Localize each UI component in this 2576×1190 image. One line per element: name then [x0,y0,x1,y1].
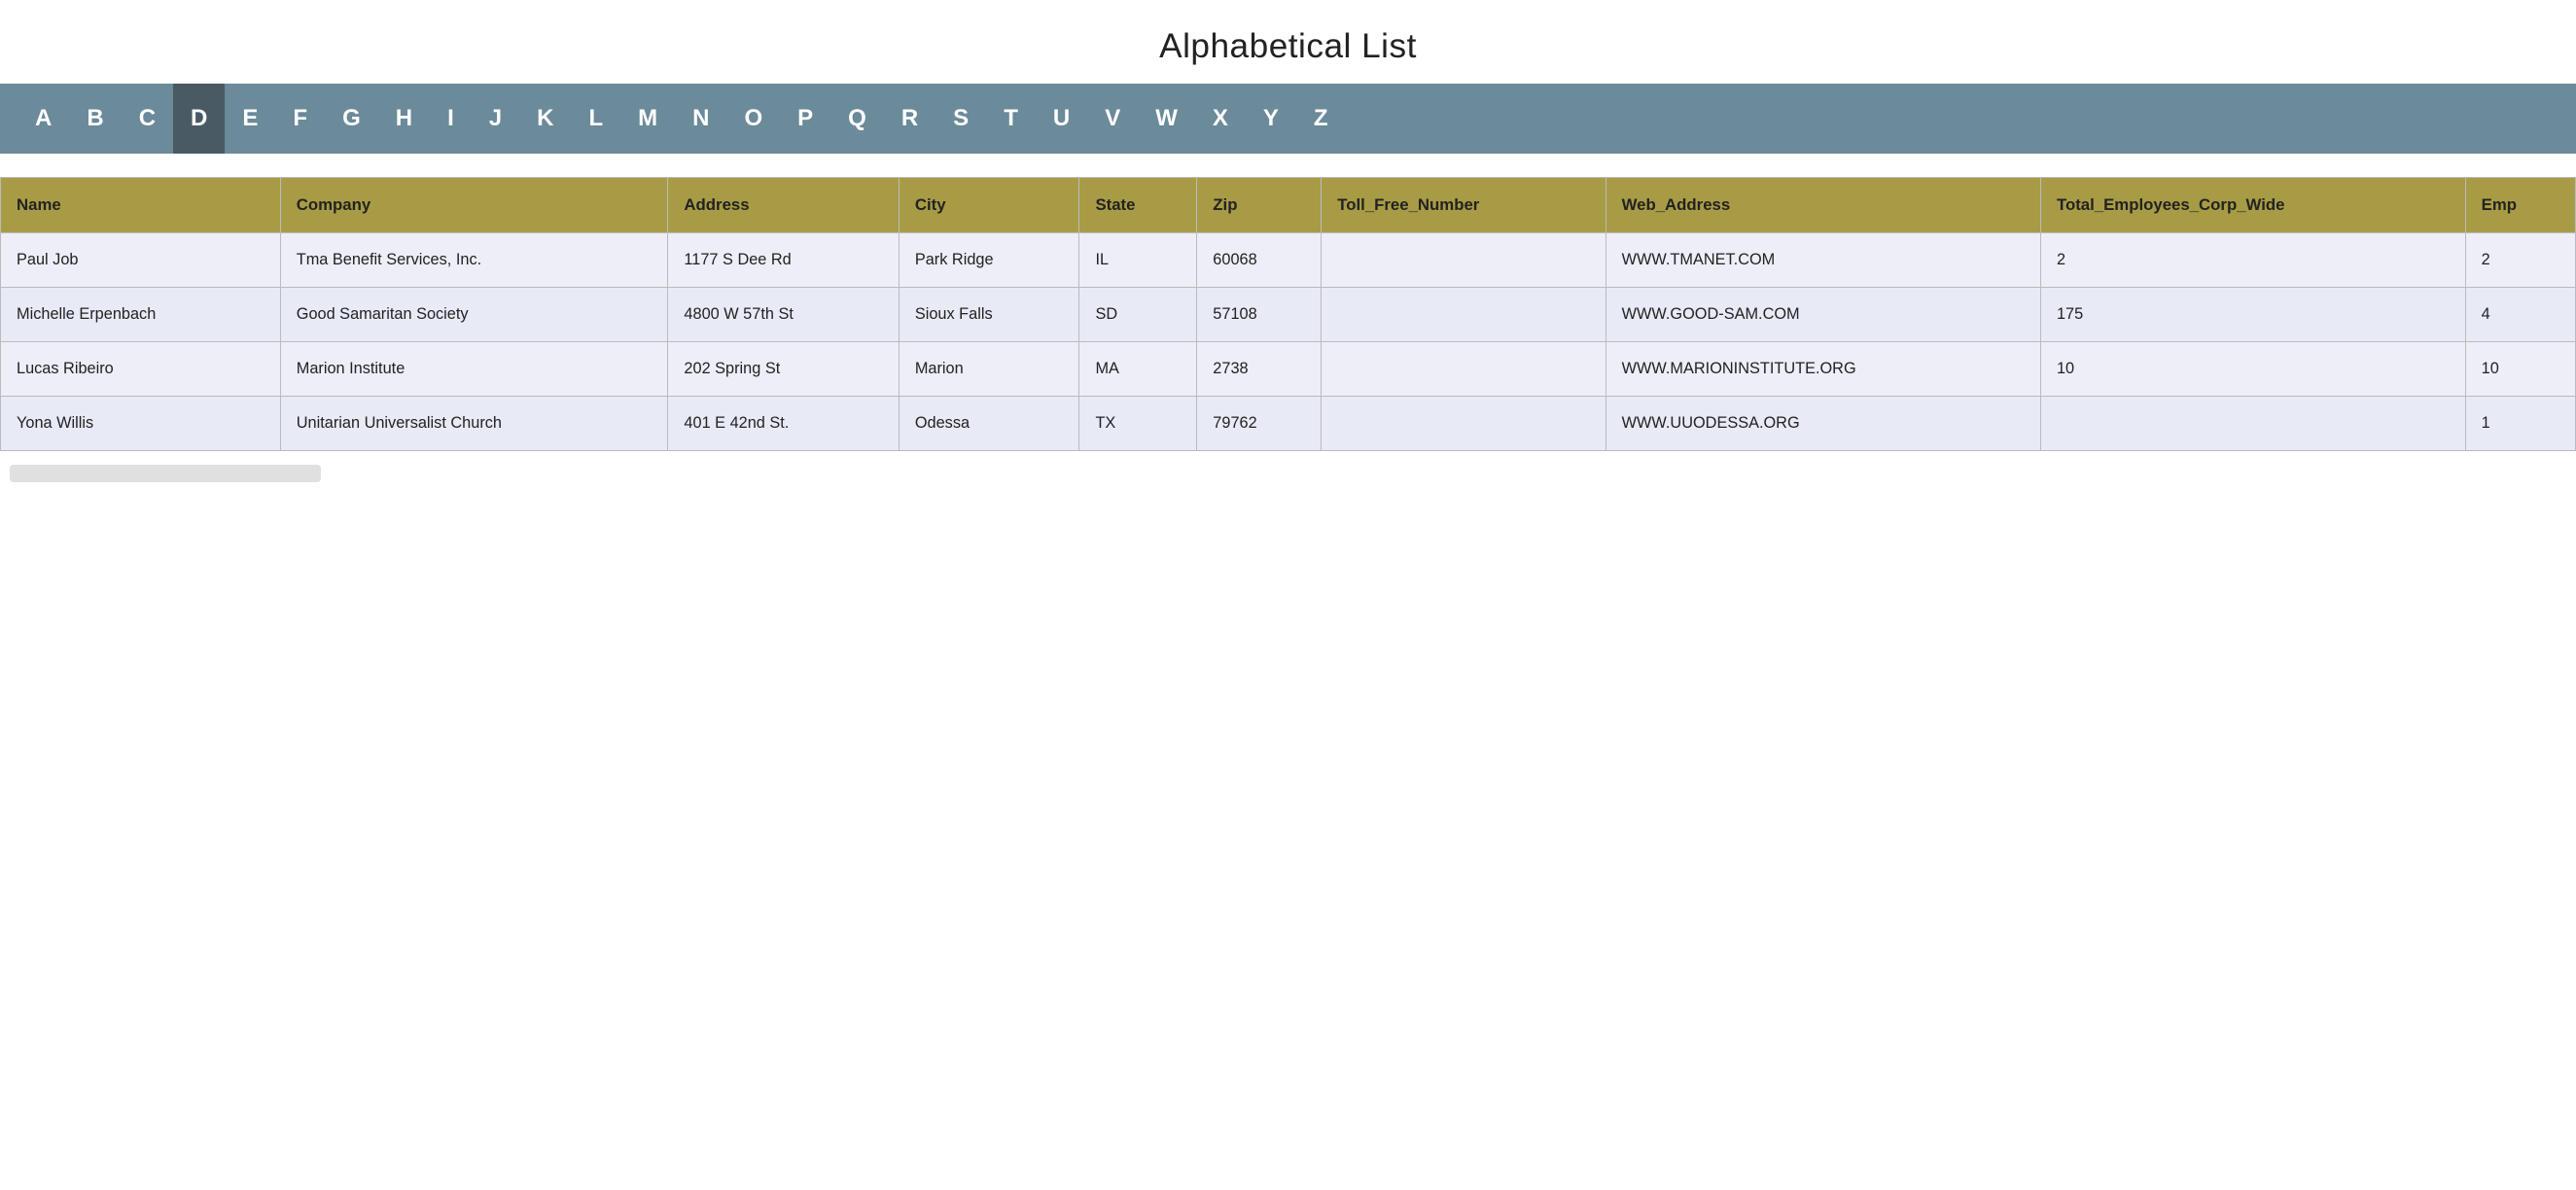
cell-zip: 2738 [1197,342,1322,397]
cell-toll_free_number [1322,342,1606,397]
table-row: Paul JobTma Benefit Services, Inc.1177 S… [1,233,2576,288]
col-header-name: Name [1,178,281,233]
cell-state: TX [1079,397,1197,451]
cell-state: SD [1079,288,1197,342]
col-header-state: State [1079,178,1197,233]
col-header-city: City [899,178,1079,233]
cell-city: Park Ridge [899,233,1079,288]
cell-company: Marion Institute [280,342,668,397]
table-container: NameCompanyAddressCityStateZipToll_Free_… [0,154,2576,492]
cell-total_employees_corp_wide: 2 [2040,233,2465,288]
alpha-nav-item-k[interactable]: K [519,84,571,154]
alpha-nav-item-g[interactable]: G [325,84,378,154]
cell-city: Marion [899,342,1079,397]
alpha-nav-item-d[interactable]: D [173,84,225,154]
alpha-nav-item-n[interactable]: N [675,84,726,154]
cell-city: Odessa [899,397,1079,451]
cell-name: Yona Willis [1,397,281,451]
cell-city: Sioux Falls [899,288,1079,342]
cell-company: Unitarian Universalist Church [280,397,668,451]
alpha-nav-item-b[interactable]: B [69,84,121,154]
cell-address: 202 Spring St [668,342,899,397]
col-header-company: Company [280,178,668,233]
cell-emp: 2 [2465,233,2575,288]
alpha-nav-item-f[interactable]: F [275,84,325,154]
cell-zip: 57108 [1197,288,1322,342]
col-header-address: Address [668,178,899,233]
cell-web_address: WWW.GOOD-SAM.COM [1606,288,2040,342]
alpha-nav-item-j[interactable]: J [472,84,519,154]
alpha-nav-item-o[interactable]: O [726,84,780,154]
alpha-nav-item-p[interactable]: P [780,84,830,154]
cell-name: Paul Job [1,233,281,288]
alpha-nav-item-v[interactable]: V [1087,84,1138,154]
table-row: Yona WillisUnitarian Universalist Church… [1,397,2576,451]
col-header-emp: Emp [2465,178,2575,233]
alphabet-nav: ABCDEFGHIJKLMNOPQRSTUVWXYZ [0,84,2576,154]
cell-zip: 60068 [1197,233,1322,288]
cell-web_address: WWW.TMANET.COM [1606,233,2040,288]
cell-state: IL [1079,233,1197,288]
cell-company: Tma Benefit Services, Inc. [280,233,668,288]
cell-toll_free_number [1322,233,1606,288]
alpha-nav-item-i[interactable]: I [430,84,472,154]
alpha-nav-item-c[interactable]: C [122,84,173,154]
alpha-nav-item-r[interactable]: R [884,84,935,154]
col-header-total_employees_corp_wide: Total_Employees_Corp_Wide [2040,178,2465,233]
cell-name: Michelle Erpenbach [1,288,281,342]
page-title: Alphabetical List [0,0,2576,84]
cell-web_address: WWW.UUODESSA.ORG [1606,397,2040,451]
cell-company: Good Samaritan Society [280,288,668,342]
alpha-nav-item-u[interactable]: U [1036,84,1087,154]
cell-address: 401 E 42nd St. [668,397,899,451]
cell-total_employees_corp_wide: 10 [2040,342,2465,397]
cell-emp: 1 [2465,397,2575,451]
cell-total_employees_corp_wide [2040,397,2465,451]
cell-total_employees_corp_wide: 175 [2040,288,2465,342]
table-row: Michelle ErpenbachGood Samaritan Society… [1,288,2576,342]
alpha-nav-item-e[interactable]: E [225,84,275,154]
alphabetical-table: NameCompanyAddressCityStateZipToll_Free_… [0,177,2576,451]
cell-state: MA [1079,342,1197,397]
alpha-nav-item-l[interactable]: L [571,84,620,154]
col-header-toll_free_number: Toll_Free_Number [1322,178,1606,233]
alpha-nav-item-s[interactable]: S [935,84,986,154]
cell-emp: 4 [2465,288,2575,342]
alpha-nav-item-y[interactable]: Y [1246,84,1296,154]
cell-toll_free_number [1322,288,1606,342]
cell-toll_free_number [1322,397,1606,451]
cell-emp: 10 [2465,342,2575,397]
alpha-nav-item-w[interactable]: W [1138,84,1195,154]
col-header-web_address: Web_Address [1606,178,2040,233]
cell-web_address: WWW.MARIONINSTITUTE.ORG [1606,342,2040,397]
alpha-nav-item-q[interactable]: Q [830,84,884,154]
horizontal-scrollbar[interactable] [10,465,321,482]
table-row: Lucas RibeiroMarion Institute202 Spring … [1,342,2576,397]
alpha-nav-item-t[interactable]: T [986,84,1036,154]
alpha-nav-item-x[interactable]: X [1195,84,1246,154]
cell-address: 4800 W 57th St [668,288,899,342]
alpha-nav-item-a[interactable]: A [18,84,69,154]
cell-address: 1177 S Dee Rd [668,233,899,288]
alpha-nav-item-z[interactable]: Z [1296,84,1346,154]
alpha-nav-item-h[interactable]: H [378,84,430,154]
cell-name: Lucas Ribeiro [1,342,281,397]
cell-zip: 79762 [1197,397,1322,451]
col-header-zip: Zip [1197,178,1322,233]
alpha-nav-item-m[interactable]: M [620,84,675,154]
